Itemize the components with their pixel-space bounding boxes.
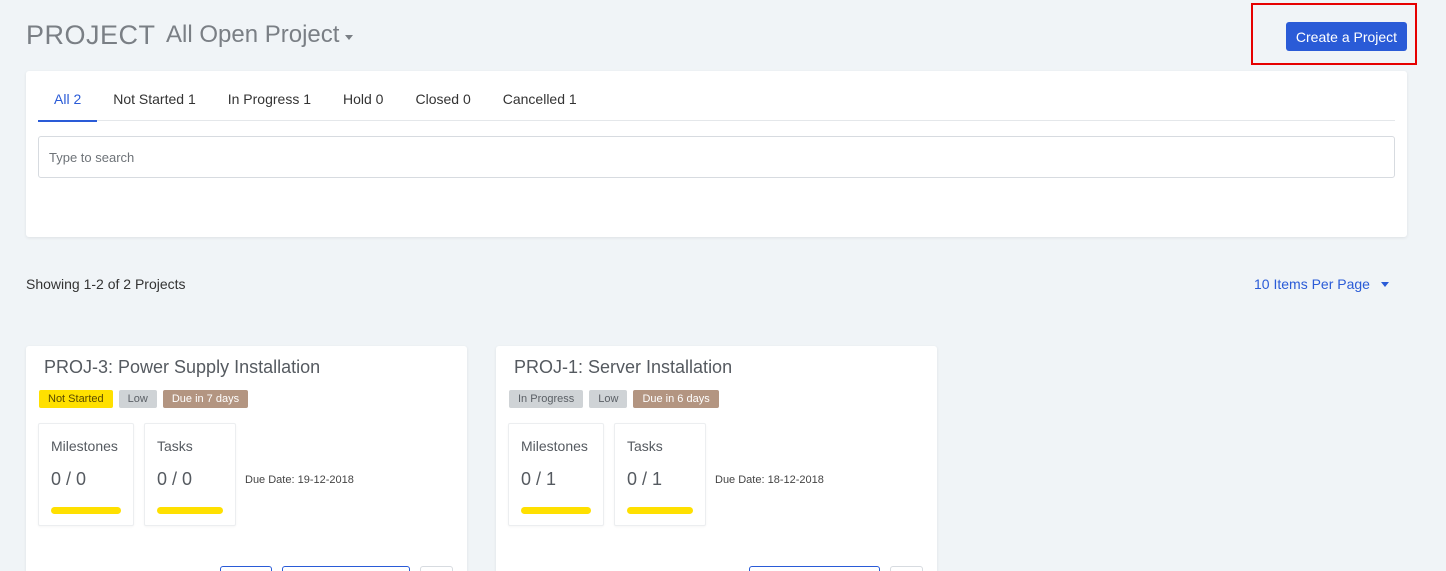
create-project-button[interactable]: Create a Project (1286, 22, 1407, 51)
due-badge: Due in 7 days (162, 390, 249, 408)
project-title[interactable]: PROJ-1: Server Installation (514, 357, 732, 378)
card-action-button[interactable] (220, 566, 272, 571)
search-input[interactable] (38, 136, 1395, 178)
project-badges: Not Started Low Due in 7 days (39, 390, 249, 408)
showing-count: Showing 1-2 of 2 Projects (26, 276, 186, 292)
card-action-button[interactable] (282, 566, 410, 571)
tasks-progress-bar (627, 507, 693, 514)
tasks-label: Tasks (627, 438, 663, 454)
priority-badge: Low (118, 390, 157, 408)
tasks-label: Tasks (157, 438, 193, 454)
status-badge: In Progress (509, 390, 584, 408)
tasks-progress-bar (157, 507, 223, 514)
project-view-dropdown[interactable]: All Open Project (166, 21, 354, 49)
caret-down-icon (1380, 281, 1389, 287)
project-badges: In Progress Low Due in 6 days (509, 390, 719, 408)
project-card: PROJ-3: Power Supply Installation Not St… (26, 346, 467, 571)
tasks-value: 0 / 0 (157, 469, 193, 489)
status-badge: Not Started (39, 390, 113, 408)
card-menu-button[interactable] (890, 566, 923, 571)
filter-card: All 2 Not Started 1 In Progress 1 Hold 0… (26, 71, 1407, 237)
milestones-label: Milestones (51, 438, 118, 454)
tab-all[interactable]: All 2 (38, 71, 98, 122)
status-tabs: All 2 Not Started 1 In Progress 1 Hold 0… (38, 71, 1395, 122)
tab-closed[interactable]: Closed 0 (399, 71, 486, 121)
project-view-label: All Open Project (166, 21, 340, 48)
milestones-progress-bar (51, 507, 121, 514)
items-per-page-label: 10 Items Per Page (1254, 276, 1370, 292)
tab-not-started[interactable]: Not Started 1 (97, 71, 212, 121)
milestones-value: 0 / 0 (51, 469, 87, 489)
priority-badge: Low (589, 390, 628, 408)
tasks-stat: Tasks 0 / 0 (144, 423, 236, 526)
due-badge: Due in 6 days (633, 390, 719, 408)
milestones-stat: Milestones 0 / 1 (508, 423, 604, 526)
milestones-progress-bar (521, 507, 591, 514)
card-menu-button[interactable] (420, 566, 453, 571)
tab-cancelled[interactable]: Cancelled 1 (487, 71, 593, 121)
tasks-value: 0 / 1 (627, 469, 663, 489)
caret-down-icon (345, 34, 354, 40)
items-per-page-dropdown[interactable]: 10 Items Per Page (1254, 276, 1389, 292)
project-title[interactable]: PROJ-3: Power Supply Installation (44, 357, 320, 378)
project-card: PROJ-1: Server Installation In Progress … (496, 346, 937, 571)
milestones-label: Milestones (521, 438, 588, 454)
card-action-button[interactable] (749, 566, 880, 571)
tasks-stat: Tasks 0 / 1 (614, 423, 706, 526)
page-title: PROJECT (26, 20, 156, 50)
milestones-stat: Milestones 0 / 0 (38, 423, 134, 526)
due-date: Due Date: 18-12-2018 (715, 474, 824, 486)
due-date: Due Date: 19-12-2018 (245, 474, 354, 486)
tab-in-progress[interactable]: In Progress 1 (212, 71, 327, 121)
milestones-value: 0 / 1 (521, 469, 557, 489)
tab-hold[interactable]: Hold 0 (327, 71, 399, 121)
